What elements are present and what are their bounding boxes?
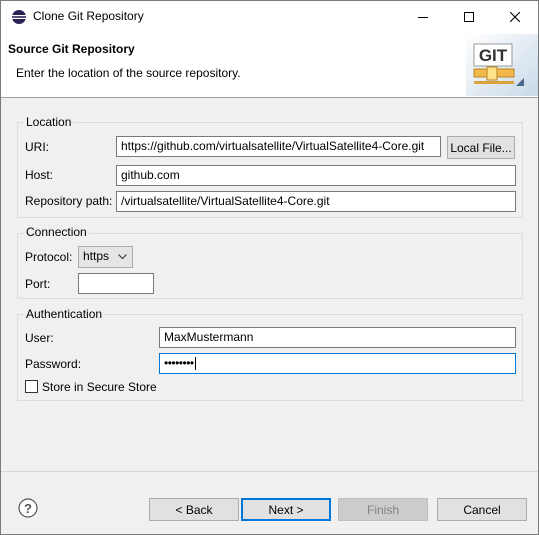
host-label: Host: bbox=[25, 168, 54, 182]
repository-path-input[interactable]: /virtualsatellite/VirtualSatellite4-Core… bbox=[116, 191, 516, 212]
cancel-button[interactable]: Cancel bbox=[437, 498, 527, 521]
close-icon bbox=[510, 11, 520, 22]
authentication-group-label: Authentication bbox=[24, 307, 105, 321]
minimize-icon bbox=[418, 16, 428, 18]
repository-path-label: Repository path: bbox=[25, 194, 113, 208]
connection-group-label: Connection bbox=[24, 225, 89, 239]
window-title: Clone Git Repository bbox=[33, 9, 144, 23]
text-cursor bbox=[194, 357, 196, 371]
host-input[interactable]: github.com bbox=[116, 165, 516, 186]
protocol-value: https bbox=[83, 249, 110, 263]
button-bar-divider bbox=[1, 471, 538, 472]
wizard-banner: Source Git Repository Enter the location… bbox=[1, 32, 538, 98]
svg-text:?: ? bbox=[24, 501, 32, 516]
finish-button[interactable]: Finish bbox=[338, 498, 428, 521]
back-button[interactable]: < Back bbox=[149, 498, 239, 521]
svg-text:GIT: GIT bbox=[479, 46, 508, 65]
title-bar: Clone Git Repository bbox=[1, 1, 538, 32]
clone-git-repository-dialog: Clone Git Repository Source Git Reposito… bbox=[0, 0, 539, 535]
minimize-button[interactable] bbox=[400, 1, 446, 32]
chevron-down-icon bbox=[118, 254, 127, 260]
password-value: •••••••• bbox=[164, 356, 194, 370]
page-title: Source Git Repository bbox=[8, 42, 135, 56]
password-label: Password: bbox=[25, 357, 82, 371]
uri-input[interactable]: https://github.com/virtualsatellite/Virt… bbox=[116, 136, 441, 157]
port-label: Port: bbox=[25, 277, 51, 291]
location-group-label: Location bbox=[24, 115, 74, 129]
page-description: Enter the location of the source reposit… bbox=[16, 66, 241, 80]
maximize-icon bbox=[464, 11, 474, 22]
uri-label: URI: bbox=[25, 140, 49, 154]
next-button[interactable]: Next > bbox=[241, 498, 331, 521]
eclipse-icon bbox=[11, 9, 27, 25]
git-logo-icon: GIT bbox=[466, 34, 538, 96]
store-secure-checkbox[interactable] bbox=[25, 380, 38, 393]
maximize-button[interactable] bbox=[446, 1, 492, 32]
user-input[interactable]: MaxMustermann bbox=[159, 327, 516, 348]
help-icon[interactable]: ? bbox=[18, 498, 38, 518]
user-label: User: bbox=[25, 331, 54, 345]
protocol-select[interactable]: https bbox=[78, 246, 133, 268]
password-input[interactable]: •••••••• bbox=[159, 353, 516, 374]
protocol-label: Protocol: bbox=[25, 250, 73, 264]
store-secure-label[interactable]: Store in Secure Store bbox=[42, 380, 157, 394]
port-input[interactable] bbox=[78, 273, 154, 294]
local-file-button[interactable]: Local File... bbox=[447, 136, 515, 159]
close-button[interactable] bbox=[492, 1, 538, 32]
